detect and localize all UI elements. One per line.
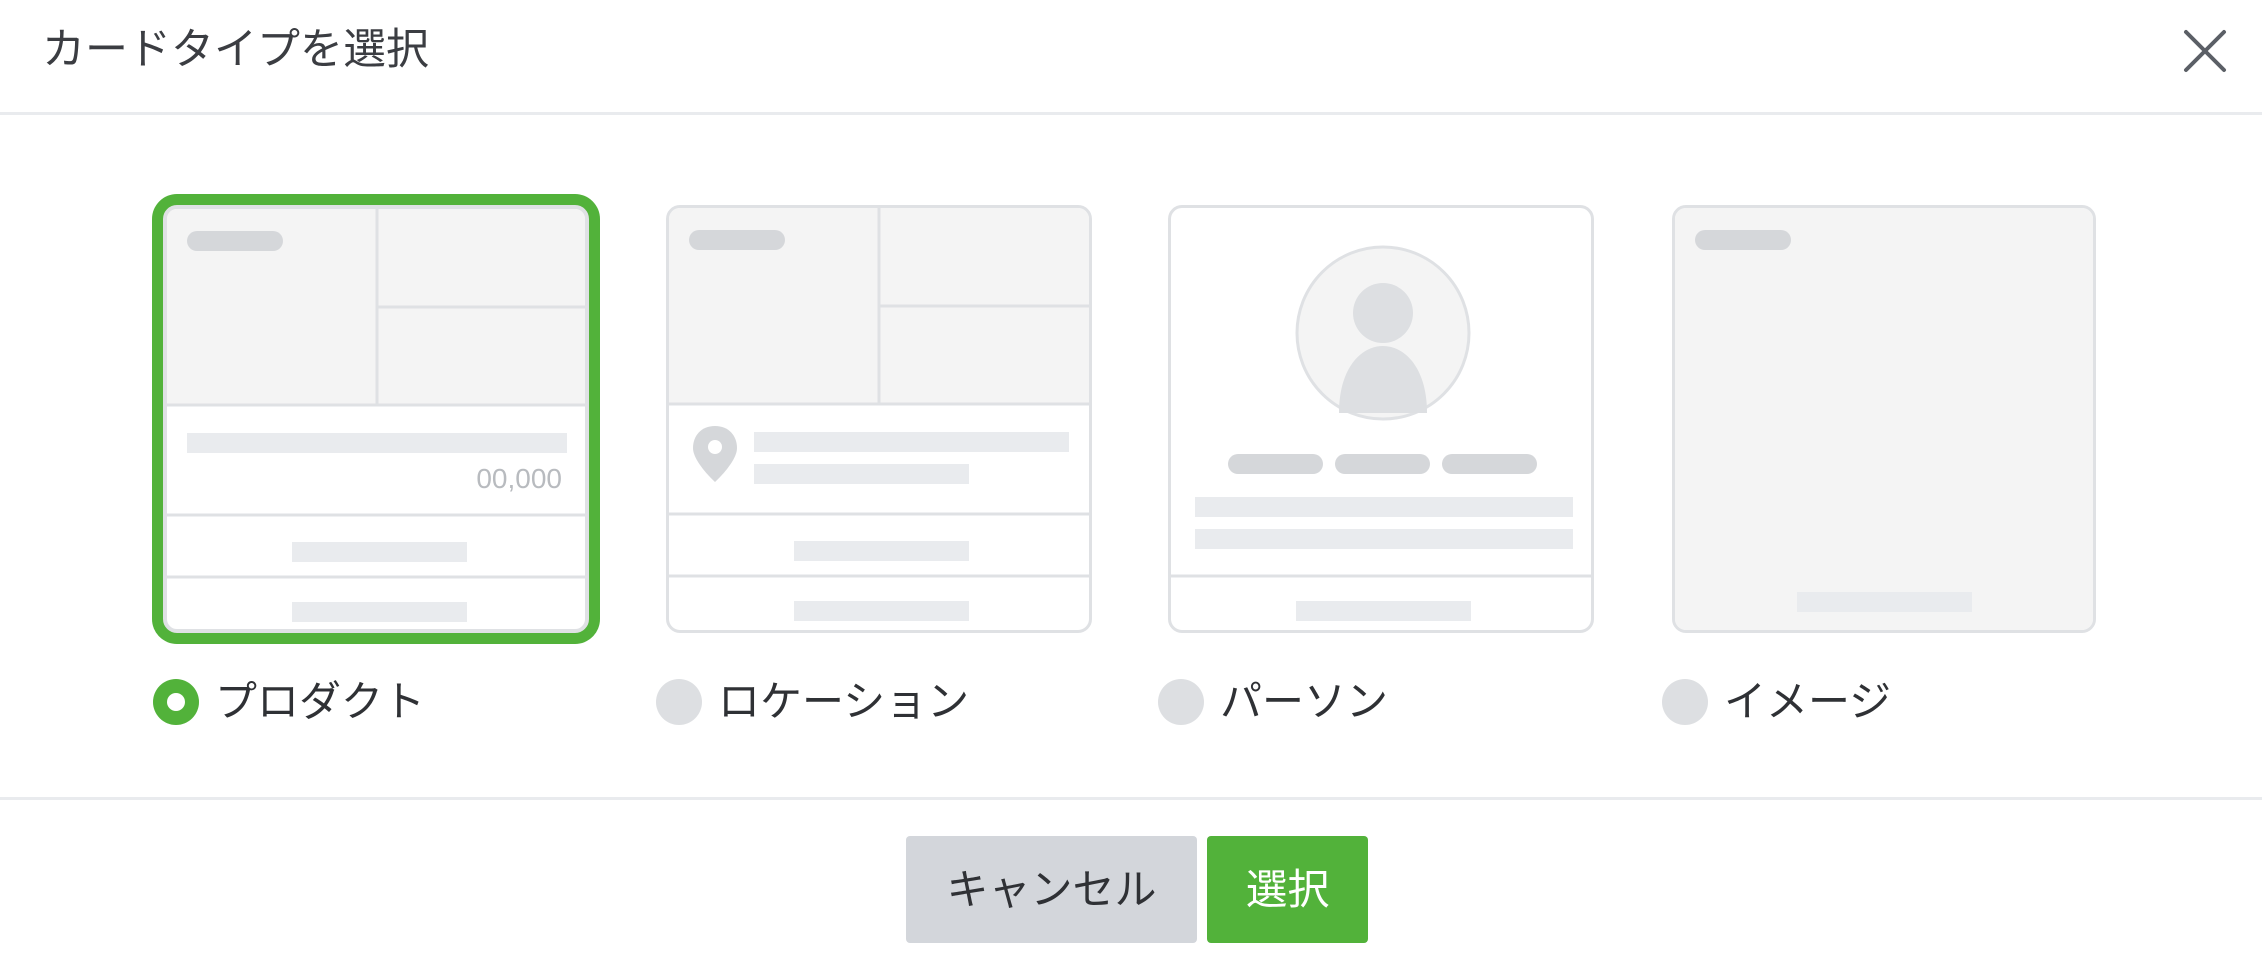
dialog-body: 00,000 プロダクト ロケーション パーソン イメージ	[0, 115, 2262, 797]
radio-product[interactable]	[153, 679, 199, 725]
radio-image[interactable]	[1662, 679, 1708, 725]
close-button[interactable]	[2180, 26, 2230, 76]
label-person: パーソン	[1220, 677, 1389, 726]
person-card-preview	[1168, 205, 1594, 633]
radio-person[interactable]	[1158, 679, 1204, 725]
cancel-button[interactable]: キャンセル	[906, 836, 1197, 943]
location-card-preview	[666, 205, 1092, 633]
product-price-placeholder: 00,000	[476, 463, 562, 494]
card-option-location[interactable]: ロケーション	[656, 115, 1116, 726]
label-product: プロダクト	[215, 677, 426, 726]
product-card-preview: 00,000	[163, 205, 589, 633]
radio-row-product[interactable]: プロダクト	[153, 667, 425, 737]
dialog-header: カードタイプを選択	[0, 0, 2262, 115]
map-pin-icon	[693, 426, 737, 482]
card-option-product[interactable]: 00,000 プロダクト	[153, 115, 613, 726]
radio-row-location[interactable]: ロケーション	[656, 667, 969, 737]
label-image: イメージ	[1724, 677, 1892, 726]
select-button[interactable]: 選択	[1207, 836, 1368, 943]
radio-row-person[interactable]: パーソン	[1158, 667, 1388, 737]
radio-location[interactable]	[656, 679, 702, 725]
person-avatar-icon	[1295, 245, 1471, 421]
radio-row-image[interactable]: イメージ	[1662, 667, 1891, 737]
card-option-person[interactable]: パーソン	[1158, 115, 1618, 726]
dialog-title: カードタイプを選択	[42, 25, 429, 75]
footer-divider	[0, 797, 2262, 800]
label-location: ロケーション	[718, 677, 970, 726]
card-type-dialog: カードタイプを選択 00,000 プロダクト ロケーション パーソン イメージ …	[0, 0, 2262, 973]
image-card-preview	[1672, 205, 2096, 633]
card-option-image[interactable]: イメージ	[1662, 115, 2122, 726]
close-icon	[2184, 30, 2226, 72]
